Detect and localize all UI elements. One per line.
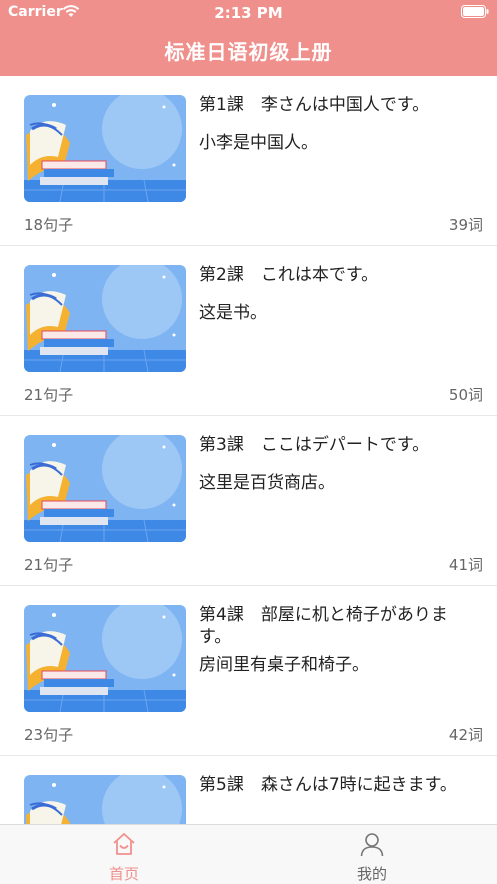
tab-bar: 首页 我的 xyxy=(0,824,497,884)
home-icon xyxy=(113,833,135,855)
sentence-count: 21句子 xyxy=(24,386,74,404)
lesson-thumbnail xyxy=(24,435,186,542)
status-time: 2:13 PM xyxy=(214,4,283,22)
books-illustration-icon xyxy=(24,775,186,824)
lesson-list: 第1課 李さんは中国人です。 小李是中国人。 18句子 39词 第2課 これは本… xyxy=(0,76,497,824)
battery-icon xyxy=(461,5,489,18)
books-illustration-icon xyxy=(24,605,186,712)
tab-mine-label: 我的 xyxy=(356,865,387,883)
lesson-title: 第1課 李さんは中国人です。 xyxy=(199,95,430,115)
sentence-count: 21句子 xyxy=(24,556,74,574)
header: Carrier 2:13 PM 标准日语初级上册 xyxy=(0,0,497,76)
sentence-count: 23句子 xyxy=(24,726,74,744)
tab-mine[interactable]: 我的 xyxy=(248,825,496,884)
lesson-thumbnail xyxy=(24,775,186,824)
lesson-thumbnail xyxy=(24,95,186,202)
word-count: 41词 xyxy=(448,556,483,574)
lesson-item[interactable]: 第3課 ここはデパートです。 这里是百货商店。 21句子 41词 xyxy=(0,416,497,586)
tab-home[interactable]: 首页 xyxy=(0,825,248,884)
person-icon xyxy=(360,833,384,857)
lesson-item[interactable]: 第5課 森さんは7時に起きます。 xyxy=(0,756,497,824)
lesson-thumbnail xyxy=(24,605,186,712)
lesson-item[interactable]: 第4課 部屋に机と椅子があります。 房间里有桌子和椅子。 23句子 42词 xyxy=(0,586,497,756)
lesson-title: 第2課 これは本です。 xyxy=(199,265,379,285)
books-illustration-icon xyxy=(24,435,186,542)
lesson-item[interactable]: 第2課 これは本です。 这是书。 21句子 50词 xyxy=(0,246,497,416)
lesson-title: 第4課 部屋に机と椅子があります。 xyxy=(199,605,448,647)
books-illustration-icon xyxy=(24,95,186,202)
sentence-count: 18句子 xyxy=(24,216,74,234)
lesson-title: 第5課 森さんは7時に起きます。 xyxy=(199,775,457,795)
lesson-title: 第3課 ここはデパートです。 xyxy=(199,435,430,455)
word-count: 39词 xyxy=(448,216,483,234)
lesson-subtitle: 这里是百货商店。 xyxy=(199,473,335,493)
page-title: 标准日语初级上册 xyxy=(164,40,333,64)
word-count: 50词 xyxy=(448,386,483,404)
word-count: 42词 xyxy=(448,726,483,744)
lesson-thumbnail xyxy=(24,265,186,372)
books-illustration-icon xyxy=(24,265,186,372)
lesson-subtitle: 房间里有桌子和椅子。 xyxy=(199,655,369,675)
lesson-subtitle: 小李是中国人。 xyxy=(199,133,318,153)
status-bar: Carrier 2:13 PM xyxy=(0,0,497,24)
lesson-subtitle: 这是书。 xyxy=(199,303,267,323)
lesson-item[interactable]: 第1課 李さんは中国人です。 小李是中国人。 18句子 39词 xyxy=(0,76,497,246)
tab-home-label: 首页 xyxy=(108,865,139,883)
